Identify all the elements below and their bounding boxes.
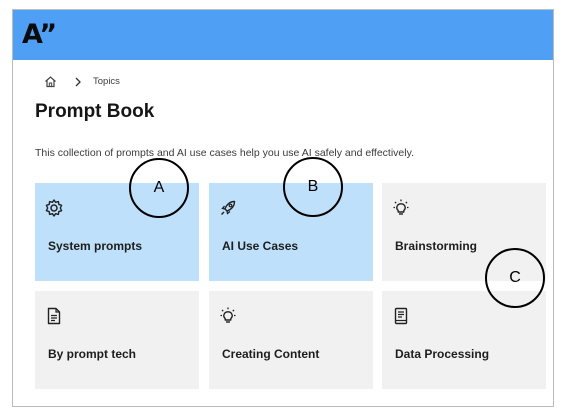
document-icon xyxy=(44,306,64,326)
annotation-marker-a: A xyxy=(129,158,189,218)
lightbulb-icon xyxy=(391,198,411,218)
marker-label: B xyxy=(307,178,319,195)
card-creating-content[interactable]: Creating Content xyxy=(209,291,373,389)
card-label: Creating Content xyxy=(222,347,320,361)
top-bar: A” xyxy=(13,10,553,60)
card-label: Data Processing xyxy=(395,347,490,361)
annotation-marker-b: B xyxy=(283,157,343,217)
lightbulb-icon xyxy=(218,306,238,326)
home-icon[interactable] xyxy=(44,75,57,88)
brand-logo[interactable]: A” xyxy=(22,18,57,52)
gear-icon xyxy=(44,198,64,218)
annotation-marker-c: C xyxy=(485,248,545,308)
marker-label: C xyxy=(509,269,521,286)
card-by-prompt-tech[interactable]: By prompt tech xyxy=(35,291,199,389)
breadcrumb-current[interactable]: Topics xyxy=(93,76,120,87)
page-title: Prompt Book xyxy=(35,101,155,122)
marker-label: A xyxy=(153,179,165,196)
card-label: Brainstorming xyxy=(395,239,478,253)
breadcrumb: Topics xyxy=(44,73,120,89)
rocket-icon xyxy=(218,198,238,218)
card-label: System prompts xyxy=(48,239,143,253)
card-label: By prompt tech xyxy=(48,347,137,361)
book-icon xyxy=(391,306,411,326)
chevron-right-icon xyxy=(73,75,83,87)
page-intro: This collection of prompts and AI use ca… xyxy=(35,147,414,159)
card-label: AI Use Cases xyxy=(222,239,299,253)
app-window: A” Topics Prompt Book This collection of… xyxy=(12,9,554,407)
